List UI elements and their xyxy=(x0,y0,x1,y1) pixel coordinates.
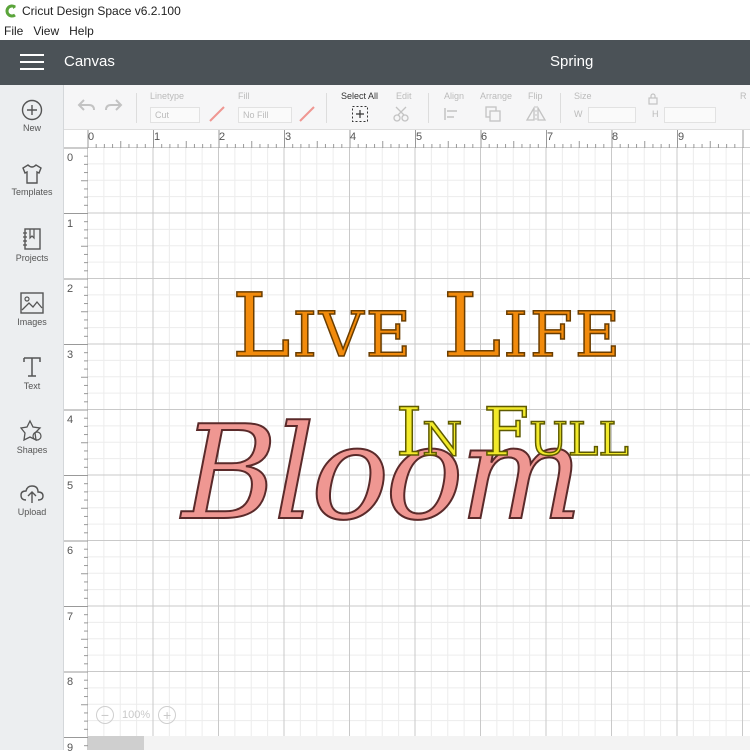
shapes-icon xyxy=(20,419,42,442)
size-label: Size xyxy=(574,91,592,101)
toolbar-divider xyxy=(326,93,327,123)
text-icon xyxy=(23,357,41,377)
ruler-horizontal-ticks xyxy=(87,130,744,148)
sidebar-item-text[interactable]: Text xyxy=(0,355,64,391)
toolbar-divider xyxy=(560,93,561,123)
edit-toolbar: Linetype Cut Fill No Fill Select All Edi… xyxy=(64,85,750,130)
toolbar-divider xyxy=(428,93,429,123)
flip-label: Flip xyxy=(528,91,543,101)
arrange-label: Arrange xyxy=(480,91,513,101)
align-label: Align xyxy=(444,91,465,101)
sidebar-label-projects: Projects xyxy=(15,253,49,263)
scissors-icon[interactable] xyxy=(392,105,414,123)
height-input[interactable] xyxy=(664,107,716,123)
height-label: H xyxy=(652,109,659,119)
ruler-top-5: 5 xyxy=(416,131,423,143)
zoom-in-button[interactable]: + xyxy=(158,706,177,724)
fill-select[interactable]: No Fill xyxy=(238,107,292,123)
width-input[interactable] xyxy=(588,107,636,123)
ruler-vertical-ticks xyxy=(64,148,88,747)
sidebar-item-new[interactable]: New xyxy=(0,99,64,133)
flip-icon[interactable] xyxy=(524,105,548,123)
sidebar-label-text: Text xyxy=(23,381,41,391)
edit-label: Edit xyxy=(396,91,412,101)
linetype-select[interactable]: Cut xyxy=(150,107,200,123)
sidebar-item-templates[interactable]: Templates xyxy=(0,163,64,197)
image-icon xyxy=(20,292,44,314)
width-label: W xyxy=(574,109,583,119)
sidebar-label-new: New xyxy=(22,123,41,133)
sidebar-item-upload[interactable]: Upload xyxy=(0,483,64,517)
zoom-level: 100% xyxy=(122,709,151,721)
sidebar-label-upload: Upload xyxy=(17,507,47,517)
app-header: Canvas Spring xyxy=(0,40,750,85)
ruler-left-6: 6 xyxy=(67,545,74,557)
menu-file[interactable]: File xyxy=(4,24,23,38)
ruler-left-8: 8 xyxy=(67,676,74,688)
hamburger-menu-icon[interactable] xyxy=(20,54,44,71)
fill-label: Fill xyxy=(238,91,250,101)
menu-view[interactable]: View xyxy=(33,24,59,38)
sidebar-item-images[interactable]: Images xyxy=(0,291,64,327)
window-title: Cricut Design Space v6.2.100 xyxy=(22,4,181,18)
ruler-top-0: 0 xyxy=(88,131,95,143)
ruler-top-9: 9 xyxy=(678,131,685,143)
menu-bar: File View Help xyxy=(0,22,750,40)
select-all-label[interactable]: Select All xyxy=(341,91,378,101)
ruler-top-6: 6 xyxy=(481,131,488,143)
fill-color-swatch-icon[interactable] xyxy=(298,105,316,123)
ruler-top-1: 1 xyxy=(154,131,161,143)
rotate-label: R xyxy=(740,91,747,101)
sidebar-item-shapes[interactable]: Shapes xyxy=(0,419,64,455)
ruler-top-8: 8 xyxy=(612,131,619,143)
align-icon[interactable] xyxy=(442,105,464,123)
ruler-left-0: 0 xyxy=(67,152,74,164)
ruler-top-7: 7 xyxy=(547,131,554,143)
ruler-left-3: 3 xyxy=(67,349,74,361)
zoom-out-button[interactable]: − xyxy=(96,706,114,724)
cricut-logo-icon xyxy=(5,4,16,18)
upload-cloud-icon xyxy=(20,485,44,503)
sidebar-item-projects[interactable]: Projects xyxy=(0,227,64,263)
ruler-vertical: 0 1 2 3 4 5 6 7 8 9 xyxy=(64,148,88,754)
sidebar-label-shapes: Shapes xyxy=(16,445,48,455)
linetype-color-swatch-icon[interactable] xyxy=(208,105,226,123)
ruler-top-3: 3 xyxy=(285,131,292,143)
plus-circle-icon xyxy=(21,99,43,121)
toolbar-divider xyxy=(136,93,137,123)
ruler-left-9: 9 xyxy=(67,742,74,754)
ruler-left-7: 7 xyxy=(67,611,74,623)
design-text-live-life[interactable]: Live Life xyxy=(231,281,642,371)
scrollbar-thumb[interactable] xyxy=(88,736,144,750)
tshirt-icon xyxy=(22,164,42,184)
linetype-label: Linetype xyxy=(150,91,185,101)
ruler-left-4: 4 xyxy=(67,414,74,426)
redo-icon[interactable] xyxy=(104,97,124,115)
window-titlebar: Cricut Design Space v6.2.100 xyxy=(0,0,750,22)
ruler-left-1: 1 xyxy=(67,218,74,230)
design-text-in-full[interactable]: In Full xyxy=(395,399,629,467)
ruler-left-5: 5 xyxy=(67,480,74,492)
sidebar-label-templates: Templates xyxy=(11,187,53,197)
page-title: Canvas xyxy=(64,53,115,70)
zoom-control: − 100% + xyxy=(96,705,177,725)
select-all-icon[interactable] xyxy=(351,105,369,123)
horizontal-scrollbar[interactable] xyxy=(88,736,750,750)
undo-icon[interactable] xyxy=(76,97,96,115)
ruler-top-4: 4 xyxy=(350,131,357,143)
sidebar-label-images: Images xyxy=(17,317,47,327)
ruler-horizontal: 0 1 2 3 4 5 6 7 8 9 xyxy=(64,130,750,148)
ruler-left-2: 2 xyxy=(67,283,74,295)
lock-icon[interactable] xyxy=(648,93,658,105)
arrange-icon[interactable] xyxy=(484,105,506,123)
menu-help[interactable]: Help xyxy=(69,24,94,38)
left-sidebar: New Templates Projects Images Text Shape… xyxy=(0,85,64,750)
project-name[interactable]: Spring xyxy=(550,53,593,70)
notebook-icon xyxy=(23,228,41,250)
ruler-top-2: 2 xyxy=(219,131,226,143)
